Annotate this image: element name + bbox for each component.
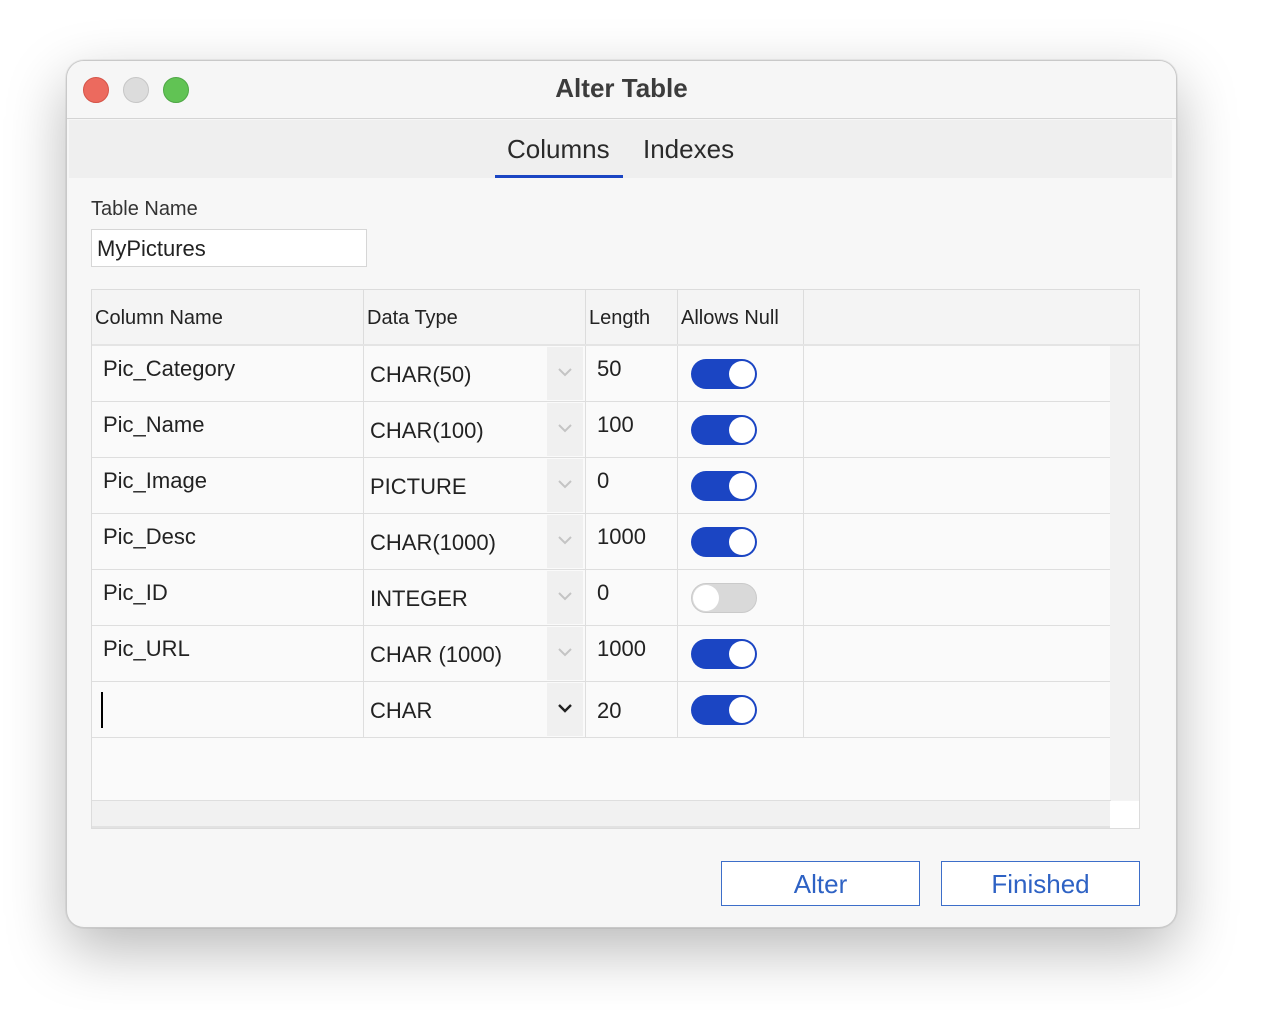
chevron-down-icon (558, 536, 572, 545)
length-cell[interactable]: 100 (586, 402, 678, 457)
header-data-type[interactable]: Data Type (364, 290, 586, 344)
data-type-dropdown-button[interactable] (547, 515, 583, 568)
data-type-dropdown-button[interactable] (547, 459, 583, 512)
alter-button[interactable]: Alter (721, 861, 920, 906)
header-allows-null[interactable]: Allows Null (678, 290, 804, 344)
allows-null-cell (678, 458, 804, 513)
data-type-cell[interactable]: CHAR (1000) (364, 626, 586, 681)
table-row[interactable]: Pic_Image PICTURE 0 (92, 458, 1110, 514)
data-type-value: INTEGER (370, 586, 468, 611)
chevron-down-icon (558, 368, 572, 377)
data-type-cell[interactable]: CHAR(50) (364, 346, 586, 401)
data-type-dropdown-button[interactable] (547, 683, 583, 736)
scrollbar-corner (1110, 801, 1139, 828)
column-name-cell[interactable]: Pic_URL (92, 626, 364, 681)
empty-cell (804, 626, 1110, 681)
tab-indexes[interactable]: Indexes (643, 134, 734, 165)
column-name-cell[interactable]: Pic_Image (92, 458, 364, 513)
data-type-cell[interactable]: CHAR(100) (364, 402, 586, 457)
data-type-value: PICTURE (370, 474, 467, 499)
chevron-down-icon (558, 480, 572, 489)
header-length[interactable]: Length (586, 290, 678, 344)
length-cell[interactable]: 0 (586, 458, 678, 513)
data-type-cell[interactable]: CHAR (364, 682, 586, 737)
table-row[interactable]: Pic_ID INTEGER 0 (92, 570, 1110, 626)
data-type-cell[interactable]: PICTURE (364, 458, 586, 513)
empty-cell (804, 458, 1110, 513)
allows-null-toggle[interactable] (691, 359, 757, 389)
table-row[interactable]: Pic_Name CHAR(100) 100 (92, 402, 1110, 458)
table-row[interactable]: Pic_URL CHAR (1000) 1000 (92, 626, 1110, 682)
allows-null-cell (678, 626, 804, 681)
vertical-scrollbar[interactable] (1110, 346, 1139, 800)
data-type-cell[interactable]: INTEGER (364, 570, 586, 625)
allows-null-toggle[interactable] (691, 695, 757, 725)
grid-body: Pic_Category CHAR(50) 50 Pic_Name CHAR(1… (92, 346, 1111, 801)
length-cell[interactable]: 1000 (586, 514, 678, 569)
chevron-down-icon (558, 648, 572, 657)
columns-grid: Column Name Data Type Length Allows Null… (91, 289, 1140, 829)
allows-null-cell (678, 346, 804, 401)
data-type-value: CHAR(100) (370, 418, 484, 443)
column-name-cell[interactable]: Pic_Category (92, 346, 364, 401)
allows-null-toggle[interactable] (691, 583, 757, 613)
data-type-value: CHAR(50) (370, 362, 472, 387)
data-type-dropdown-button[interactable] (547, 571, 583, 624)
length-cell[interactable]: 50 (586, 346, 678, 401)
title-bar: Alter Table (67, 61, 1176, 119)
allows-null-toggle[interactable] (691, 415, 757, 445)
allows-null-toggle[interactable] (691, 639, 757, 669)
text-cursor (101, 692, 103, 728)
horizontal-scrollbar[interactable] (92, 801, 1110, 828)
window-title: Alter Table (555, 73, 688, 103)
table-name-input[interactable]: MyPictures (91, 229, 367, 267)
tab-columns[interactable]: Columns (507, 134, 610, 165)
data-type-value: CHAR (1000) (370, 642, 503, 667)
length-cell[interactable]: 1000 (586, 626, 678, 681)
allows-null-cell (678, 570, 804, 625)
header-column-name[interactable]: Column Name (92, 290, 364, 344)
empty-cell (804, 682, 1110, 737)
allows-null-cell (678, 514, 804, 569)
data-type-dropdown-button[interactable] (547, 347, 583, 400)
table-name-label: Table Name (91, 198, 198, 220)
table-row[interactable]: Pic_Category CHAR(50) 50 (92, 346, 1110, 402)
table-row[interactable]: Pic_Desc CHAR(1000) 1000 (92, 514, 1110, 570)
allows-null-cell (678, 682, 804, 737)
header-empty (804, 290, 1139, 344)
allows-null-cell (678, 402, 804, 457)
columns-panel: Table Name MyPictures Column Name Data T… (69, 178, 1174, 925)
empty-cell (804, 514, 1110, 569)
data-type-cell[interactable]: CHAR(1000) (364, 514, 586, 569)
grid-header: Column Name Data Type Length Allows Null (92, 290, 1139, 346)
allows-null-toggle[interactable] (691, 471, 757, 501)
column-name-input[interactable] (92, 682, 364, 737)
table-row-editing[interactable]: CHAR 20 (92, 682, 1110, 738)
empty-cell (804, 402, 1110, 457)
alter-table-window: Alter Table Columns Indexes Table Name M… (66, 60, 1177, 928)
chevron-down-icon (558, 592, 572, 601)
data-type-value: CHAR (370, 698, 433, 723)
tab-bar: Columns Indexes (69, 120, 1172, 178)
empty-cell (804, 346, 1110, 401)
column-name-cell[interactable]: Pic_Name (92, 402, 364, 457)
data-type-value: CHAR(1000) (370, 530, 496, 555)
column-name-cell[interactable]: Pic_Desc (92, 514, 364, 569)
column-name-cell[interactable]: Pic_ID (92, 570, 364, 625)
length-cell[interactable]: 0 (586, 570, 678, 625)
chevron-down-icon (558, 424, 572, 433)
chevron-down-icon (558, 704, 572, 713)
finished-button[interactable]: Finished (941, 861, 1140, 906)
length-cell[interactable]: 20 (586, 682, 678, 737)
data-type-dropdown-button[interactable] (547, 403, 583, 456)
empty-cell (804, 570, 1110, 625)
allows-null-toggle[interactable] (691, 527, 757, 557)
data-type-dropdown-button[interactable] (547, 627, 583, 680)
